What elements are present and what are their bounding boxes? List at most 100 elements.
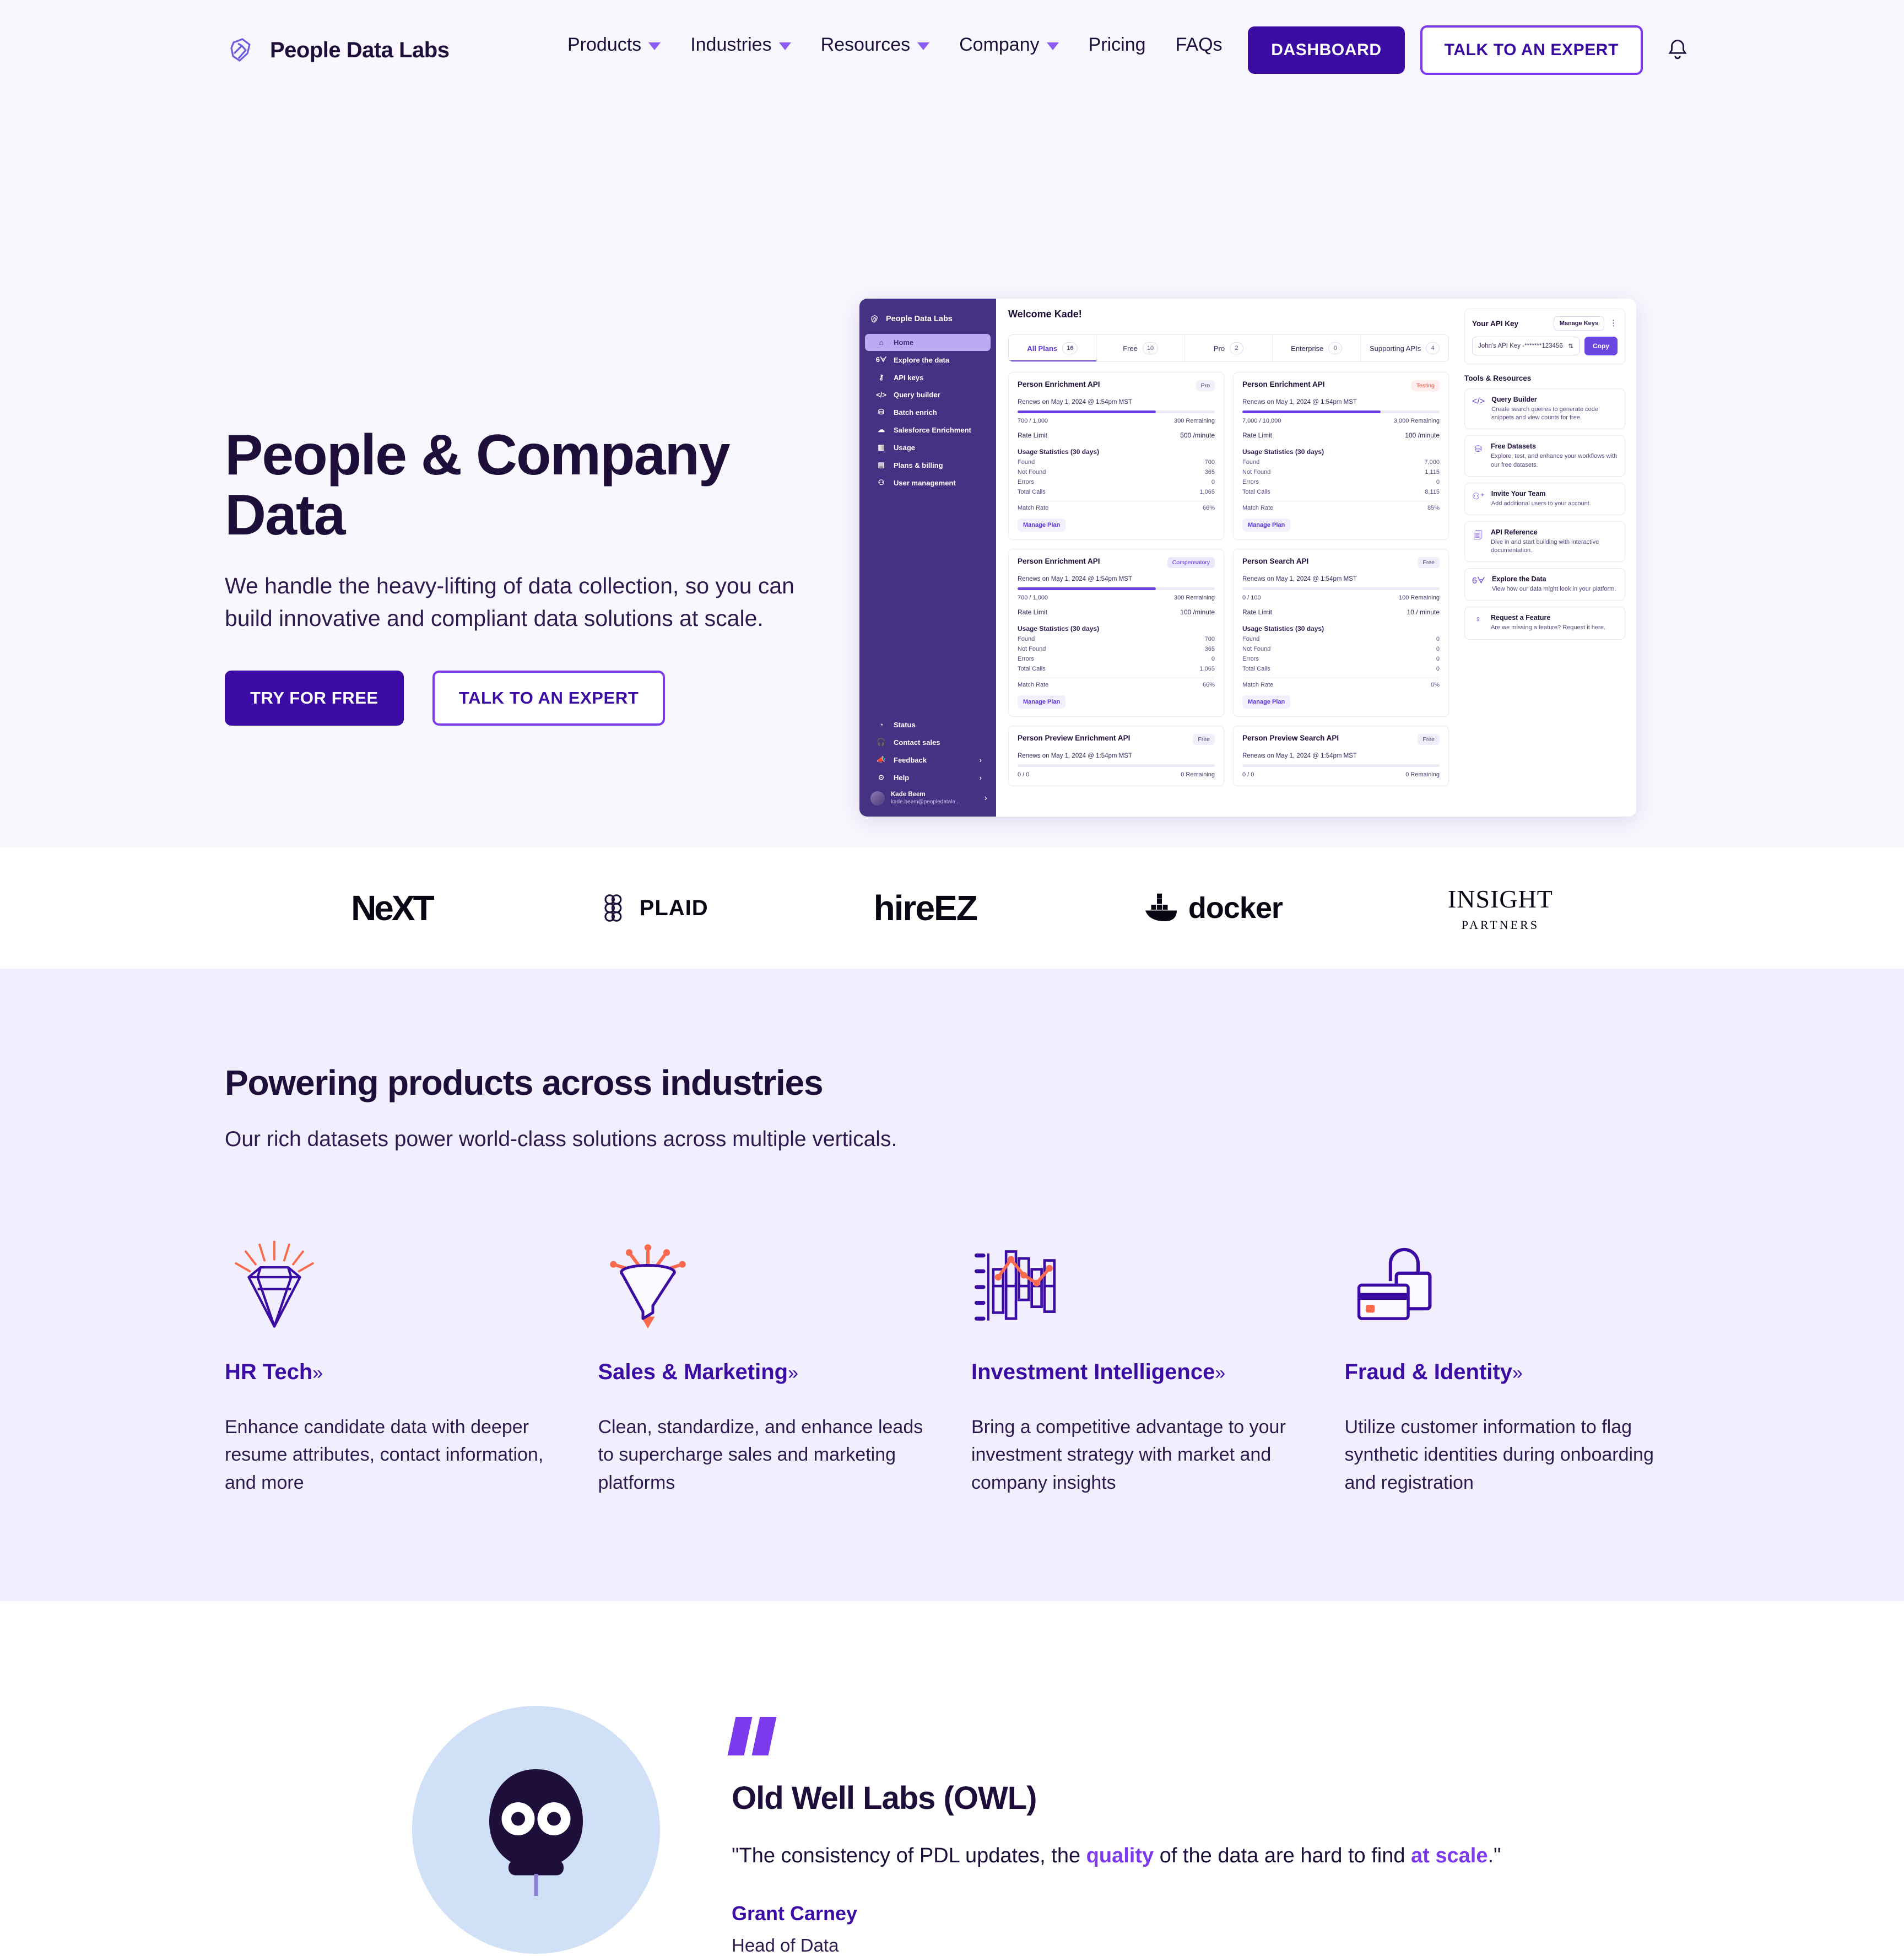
nav-label: Resources	[820, 34, 911, 55]
document-search-icon: 🗐	[1474, 531, 1483, 541]
chevron-updown-icon: ⇅	[1568, 343, 1573, 350]
quote-highlight-2: at scale	[1411, 1844, 1488, 1867]
sidebar-item-home[interactable]: ⌂ Home	[865, 334, 991, 351]
double-chevron-icon: »	[1512, 1363, 1523, 1384]
api-key-select[interactable]: John's API Key -*******123456 ⇅	[1472, 337, 1580, 355]
logo-docker: docker	[1142, 891, 1283, 925]
stat-label: Match Rate	[1018, 505, 1049, 511]
industry-card-sales-marketing: Sales & Marketing» Clean, standardize, a…	[598, 1234, 933, 1496]
tool-card-query-builder[interactable]: </> Query Builder Create search queries …	[1464, 388, 1625, 430]
stat-value: 0	[1211, 656, 1215, 662]
chevron-down-icon	[778, 42, 791, 50]
sidebar-item-contact-sales[interactable]: 🎧 Contact sales	[865, 733, 991, 751]
stat-label: Found	[1242, 459, 1260, 466]
tab-supporting-apis[interactable]: Supporting APIs 4	[1361, 335, 1448, 361]
bell-icon[interactable]	[1666, 37, 1689, 63]
api-card[interactable]: Person Preview Search API Free Renews on…	[1233, 726, 1449, 786]
double-chevron-icon: »	[312, 1363, 323, 1384]
quote-text-3: ."	[1488, 1844, 1501, 1867]
sidebar-item-help[interactable]: ⊙ Help ›	[865, 769, 991, 786]
api-card[interactable]: Person Search API Free Renews on May 1, …	[1233, 549, 1449, 717]
industry-link-sales-marketing[interactable]: Sales & Marketing»	[598, 1360, 933, 1385]
api-card[interactable]: Person Enrichment API Pro Renews on May …	[1008, 372, 1224, 540]
api-card[interactable]: Person Enrichment API Testing Renews on …	[1233, 372, 1449, 540]
nav-label: Pricing	[1088, 34, 1146, 55]
industry-link-investment-intelligence[interactable]: Investment Intelligence»	[971, 1360, 1306, 1385]
usage-stats-header: Usage Statistics (30 days)	[1018, 448, 1100, 456]
talk-to-expert-button-header[interactable]: TALK TO AN EXPERT	[1420, 25, 1643, 75]
industry-link-fraud-identity[interactable]: Fraud & Identity»	[1345, 1360, 1680, 1385]
tab-free[interactable]: Free 10	[1097, 335, 1185, 361]
chevron-down-icon	[917, 42, 930, 50]
stat-not-found: Not Found 365	[1018, 646, 1215, 652]
logo-hireez: hireEZ	[874, 888, 978, 928]
stat-label: Match Rate	[1018, 682, 1049, 688]
industry-desc: Enhance candidate data with deeper resum…	[225, 1417, 544, 1493]
tab-enterprise[interactable]: Enterprise 0	[1273, 335, 1361, 361]
stat-label: Errors	[1242, 656, 1259, 662]
manage-plan-button[interactable]: Manage Plan	[1018, 695, 1066, 709]
manage-keys-button[interactable]: Manage Keys	[1553, 316, 1604, 331]
sidebar-item-feedback[interactable]: 📣 Feedback ›	[865, 751, 991, 769]
usage-remaining: 0 Remaining	[1405, 771, 1440, 778]
nav-item-company[interactable]: Company	[959, 34, 1059, 56]
user-email: kade.beem@peopledatala...	[891, 798, 960, 805]
tool-card-free-datasets[interactable]: ⛁ Free Datasets Explore, test, and enhan…	[1464, 435, 1625, 477]
manage-plan-button[interactable]: Manage Plan	[1018, 518, 1066, 532]
sidebar-item-usage[interactable]: ▥ Usage	[865, 439, 991, 456]
quote-text-1: "The consistency of PDL updates, the	[732, 1844, 1086, 1867]
talk-to-expert-button-hero[interactable]: TALK TO AN EXPERT	[432, 670, 666, 726]
logo-next: NeXT	[351, 888, 435, 928]
nav-label: Industries	[690, 34, 772, 55]
sidebar-item-plans-billing[interactable]: ▤ Plans & billing	[865, 456, 991, 474]
nav-item-industries[interactable]: Industries	[690, 34, 791, 56]
nav-item-products[interactable]: Products	[567, 34, 661, 56]
nav-item-resources[interactable]: Resources	[821, 34, 930, 56]
tool-card-invite-your-team[interactable]: ⚇⁺ Invite Your Team Add additional users…	[1464, 482, 1625, 515]
sidebar-item-status[interactable]: ◔ Status	[865, 716, 991, 733]
stat-label: Errors	[1018, 656, 1034, 662]
sidebar-item-label: Explore the data	[894, 355, 950, 364]
sidebar-item-user-management[interactable]: ⚇ User management	[865, 474, 991, 491]
tab-all-plans[interactable]: All Plans 16	[1009, 335, 1097, 361]
try-for-free-button[interactable]: TRY FOR FREE	[225, 670, 404, 726]
stat-label: Not Found	[1018, 646, 1046, 652]
diamond-icon	[225, 1234, 560, 1333]
nav-item-faqs[interactable]: FAQs	[1176, 34, 1223, 56]
sidebar-item-salesforce-enrichment[interactable]: ☁ Salesforce Enrichment	[865, 421, 991, 439]
tool-card-api-reference[interactable]: 🗐 API Reference Dive in and start buildi…	[1464, 521, 1625, 563]
sidebar-item-api-keys[interactable]: ⚷ API keys	[865, 369, 991, 386]
tab-count-badge: 10	[1142, 342, 1159, 354]
tab-pro[interactable]: Pro 2	[1185, 335, 1273, 361]
manage-plan-button[interactable]: Manage Plan	[1242, 518, 1291, 532]
stat-errors: Errors 0	[1018, 656, 1215, 662]
api-card[interactable]: Person Preview Enrichment API Free Renew…	[1008, 726, 1224, 786]
headset-icon: 🎧	[877, 738, 886, 747]
tool-name: Request a Feature	[1491, 614, 1551, 622]
api-card[interactable]: Person Enrichment API Compensatory Renew…	[1008, 549, 1224, 717]
sidebar-item-batch-enrich[interactable]: ⛁ Batch enrich	[865, 403, 991, 421]
usage-summary: 0 / 0 0 Remaining	[1018, 771, 1215, 778]
dashboard-button[interactable]: DASHBOARD	[1248, 26, 1405, 74]
rate-limit-value: 100 /minute	[1405, 431, 1440, 439]
tool-card-explore-the-data[interactable]: 6ᗄ Explore the Data View how our data mi…	[1464, 568, 1625, 601]
copy-button[interactable]: Copy	[1584, 337, 1618, 355]
dashboard-main: Welcome Kade! All Plans 16 Free 10 Pro 2	[996, 299, 1636, 817]
code-icon: </>	[876, 391, 886, 399]
sidebar-user-account[interactable]: Kade Beem kade.beem@peopledatala... ›	[859, 786, 996, 808]
manage-plan-button[interactable]: Manage Plan	[1242, 695, 1291, 709]
brand-logo[interactable]: People Data Labs	[225, 35, 450, 66]
user-icon: ⚇	[878, 478, 885, 487]
industry-link-hr-tech[interactable]: HR Tech»	[225, 1360, 560, 1385]
stat-errors: Errors 0	[1242, 479, 1440, 485]
kebab-menu-icon[interactable]: ⋮	[1609, 319, 1618, 327]
industries-section: Powering products across industries Our …	[0, 969, 1904, 1601]
industry-card-fraud-identity: Fraud & Identity» Utilize customer infor…	[1345, 1234, 1680, 1496]
customer-logo-bar: NeXT PLAID hireEZ docker INSIGHT PARTNER…	[0, 847, 1904, 969]
sidebar-item-query-builder[interactable]: </> Query builder	[865, 386, 991, 403]
stat-label: Found	[1018, 636, 1035, 642]
status-badge: Free	[1193, 734, 1215, 745]
sidebar-item-explore-the-data[interactable]: 6ᗄ Explore the data	[865, 351, 991, 369]
nav-item-pricing[interactable]: Pricing	[1089, 34, 1146, 56]
tool-card-request-a-feature[interactable]: ♀ Request a Feature Are we missing a fea…	[1464, 607, 1625, 640]
